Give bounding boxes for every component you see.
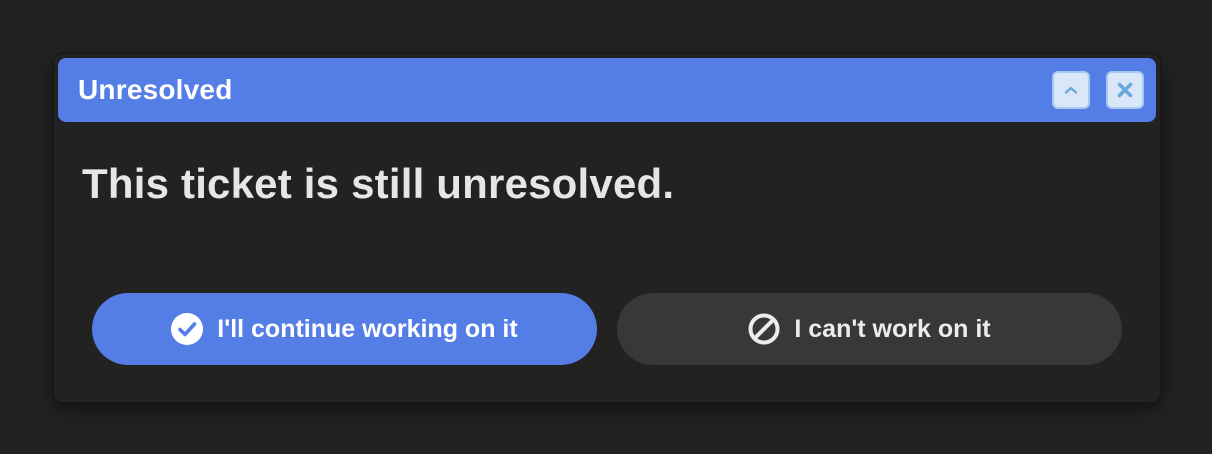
close-icon — [1117, 82, 1133, 98]
dialog-title: Unresolved — [78, 74, 233, 105]
continue-working-button[interactable]: I'll continue working on it — [92, 293, 597, 365]
collapse-button[interactable] — [1052, 71, 1090, 109]
dialog-titlebar: Unresolved — [58, 58, 1156, 122]
prohibited-icon — [748, 313, 780, 345]
continue-working-label: I'll continue working on it — [217, 314, 518, 343]
check-circle-icon — [171, 313, 204, 345]
chevron-up-icon — [1064, 86, 1078, 94]
unresolved-dialog: Unresolved This ticket is still unresolv… — [54, 54, 1160, 402]
dialog-message: This ticket is still unresolved. — [82, 160, 675, 207]
cant-work-label: I can't work on it — [794, 314, 991, 343]
cant-work-button[interactable]: I can't work on it — [617, 293, 1122, 365]
close-button[interactable] — [1106, 71, 1144, 109]
